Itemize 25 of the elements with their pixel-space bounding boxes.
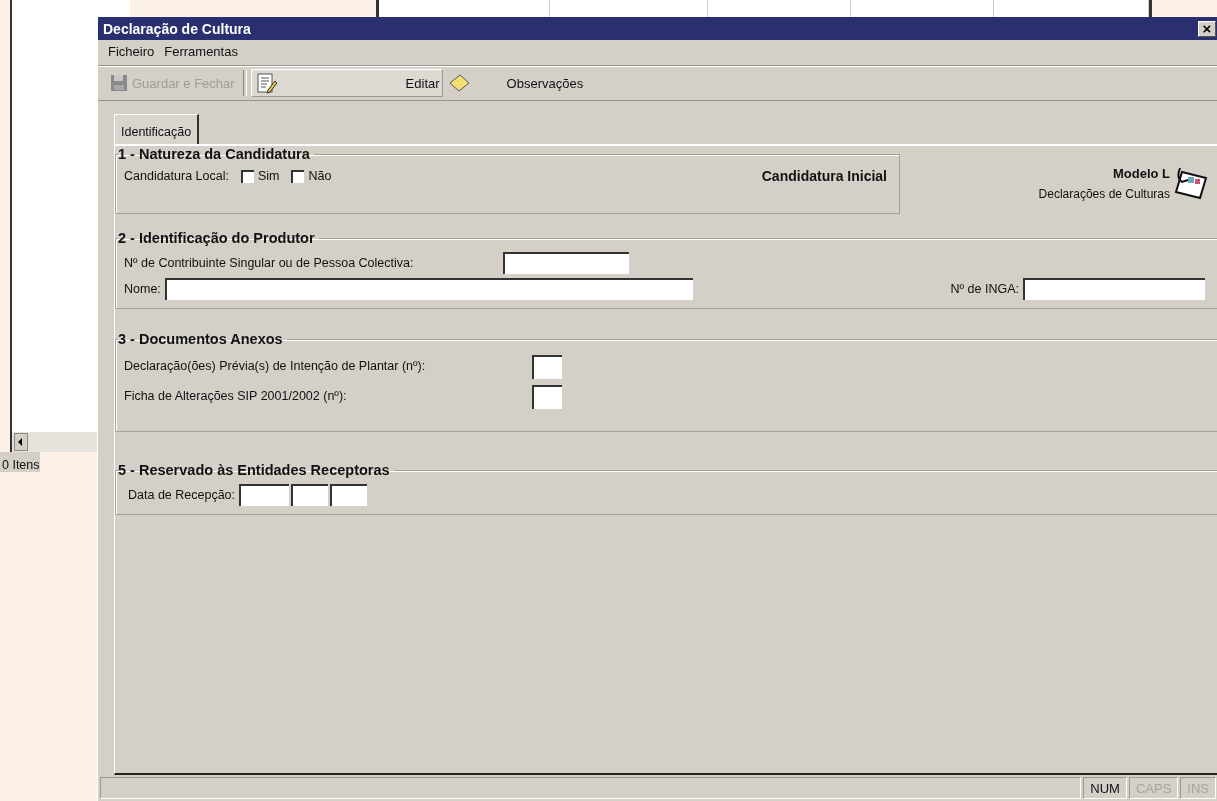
field-label: Data de Recepção: (128, 488, 235, 502)
tab[interactable]: Identificação (114, 114, 200, 144)
field-label: Declaração(ões) Prévia(s) de Intenção de Plantar (nº): (124, 359, 427, 373)
group-title: 1 - Natureza da Candidatura (118, 146, 311, 162)
menu-item[interactable]: Ficheiro (108, 43, 155, 59)
field-label: Nome: (124, 282, 161, 296)
field-label: Ficha de Alterações SIP 2001/2002 (nº): (124, 389, 348, 403)
notes-button[interactable]: Observações (442, 69, 588, 97)
menu-item[interactable]: Ferramentas (164, 43, 238, 59)
window-title: Declaração de Cultura (103, 20, 251, 37)
checkbox-label[interactable]: Sim (257, 169, 280, 183)
edit-button[interactable]: Editar (250, 69, 443, 97)
status-text: 0 Itens (0, 452, 40, 472)
group-title: 5 - Reservado às Entidades Receptoras (118, 462, 391, 478)
application-type-text: Candidatura Inicial (761, 168, 887, 184)
field-label: Nº de Contribuinte Singular ou de Pessoa Colectiva: (124, 256, 414, 270)
group-title: 3 - Documentos Anexos (118, 331, 284, 347)
field-label: Candidatura Local: (124, 169, 229, 183)
key-indicator: NUM (1083, 777, 1127, 799)
group-title: 2 - Identificação do Produtor (118, 230, 316, 246)
model-title: Modelo L (1112, 166, 1170, 181)
checkbox-label[interactable]: Não (308, 169, 332, 183)
field-label: Nº de INGA: (950, 282, 1019, 296)
model-subtitle: Declarações de Culturas (1038, 187, 1170, 201)
close-button[interactable]: × (1198, 20, 1216, 37)
